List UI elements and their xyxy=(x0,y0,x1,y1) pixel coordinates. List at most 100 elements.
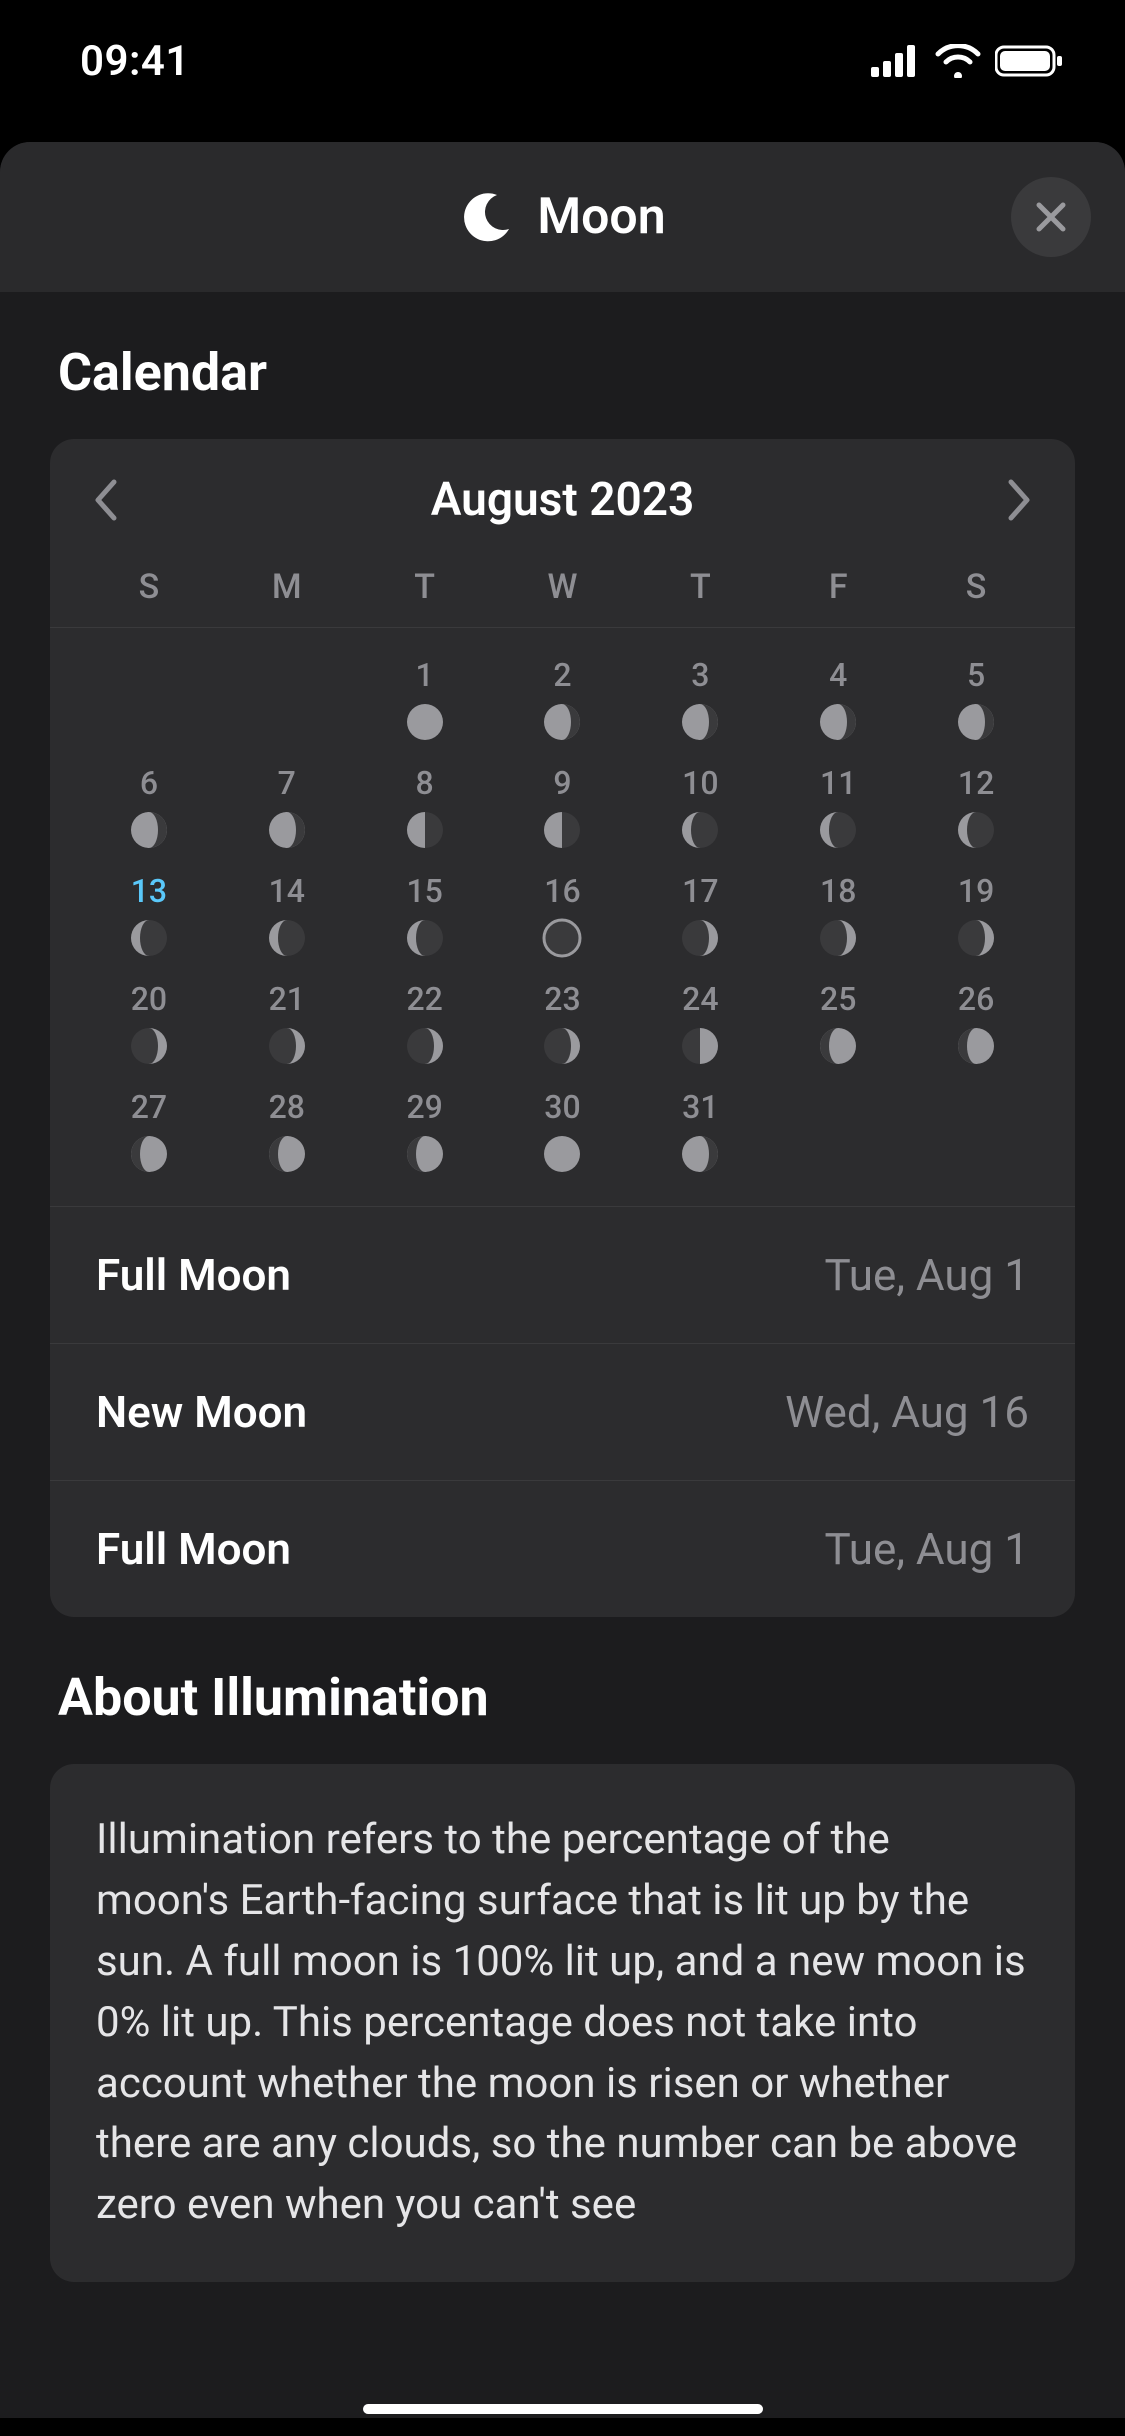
event-date: Wed, Aug 16 xyxy=(785,1386,1029,1438)
moon-phase-icon xyxy=(680,1026,720,1066)
about-text: Illumination refers to the percentage of… xyxy=(96,1810,1029,2236)
moon-event-row[interactable]: Full Moon Tue, Aug 1 xyxy=(50,1481,1075,1617)
calendar-day[interactable]: 13 xyxy=(80,858,218,966)
day-number: 2 xyxy=(553,656,571,694)
weekday-label: S xyxy=(80,567,218,607)
calendar-day[interactable]: 16 xyxy=(494,858,632,966)
moon-icon xyxy=(459,189,515,245)
close-icon xyxy=(1033,199,1069,235)
close-button[interactable] xyxy=(1011,177,1091,257)
moon-phase-icon xyxy=(267,1026,307,1066)
moon-phase-icon xyxy=(818,702,858,742)
calendar-day[interactable]: 30 xyxy=(494,1074,632,1182)
calendar-day[interactable]: 27 xyxy=(80,1074,218,1182)
event-date: Tue, Aug 1 xyxy=(825,1523,1029,1575)
calendar-day[interactable]: 5 xyxy=(907,642,1045,750)
moon-phase-icon xyxy=(405,702,445,742)
home-indicator[interactable] xyxy=(363,2404,763,2414)
day-number: 16 xyxy=(544,872,580,910)
moon-event-row[interactable]: Full MoonTue, Aug 1 xyxy=(50,1207,1075,1344)
calendar-grid: 1234567891011121314151617181920212223242… xyxy=(50,628,1075,1206)
moon-phase-icon xyxy=(542,918,582,958)
status-time: 09:41 xyxy=(80,37,190,86)
moon-phase-icon xyxy=(956,1026,996,1066)
day-number: 29 xyxy=(406,1088,442,1126)
weekday-label: T xyxy=(631,567,769,607)
sheet-title: Moon xyxy=(537,188,665,246)
calendar-card: August 2023 SMTWTFS 12345678910111213141… xyxy=(50,439,1075,1617)
calendar-day[interactable]: 29 xyxy=(356,1074,494,1182)
event-label: Full Moon xyxy=(96,1523,291,1575)
calendar-day[interactable]: 15 xyxy=(356,858,494,966)
calendar-day[interactable]: 26 xyxy=(907,966,1045,1074)
moon-phase-icon xyxy=(129,1026,169,1066)
calendar-day[interactable]: 21 xyxy=(218,966,356,1074)
calendar-day[interactable]: 24 xyxy=(631,966,769,1074)
prev-month-button[interactable] xyxy=(86,480,126,520)
day-number: 8 xyxy=(416,764,434,802)
day-number: 21 xyxy=(269,980,305,1018)
calendar-day[interactable]: 18 xyxy=(769,858,907,966)
calendar-day[interactable]: 8 xyxy=(356,750,494,858)
day-number: 17 xyxy=(682,872,718,910)
calendar-day[interactable]: 11 xyxy=(769,750,907,858)
moon-phase-icon xyxy=(542,702,582,742)
day-number: 6 xyxy=(140,764,158,802)
calendar-day[interactable]: 20 xyxy=(80,966,218,1074)
calendar-day xyxy=(80,642,218,750)
calendar-day[interactable]: 14 xyxy=(218,858,356,966)
calendar-day[interactable]: 22 xyxy=(356,966,494,1074)
moon-phase-icon xyxy=(129,810,169,850)
month-label: August 2023 xyxy=(431,473,695,527)
day-number: 11 xyxy=(820,764,856,802)
calendar-day[interactable]: 31 xyxy=(631,1074,769,1182)
moon-phase-icon xyxy=(542,1134,582,1174)
calendar-day xyxy=(907,1074,1045,1182)
calendar-day[interactable]: 12 xyxy=(907,750,1045,858)
calendar-day[interactable]: 2 xyxy=(494,642,632,750)
day-number: 3 xyxy=(691,656,709,694)
calendar-day[interactable]: 28 xyxy=(218,1074,356,1182)
day-number: 27 xyxy=(131,1088,167,1126)
next-month-button[interactable] xyxy=(999,480,1039,520)
day-number: 19 xyxy=(958,872,994,910)
moon-phase-icon xyxy=(542,810,582,850)
moon-phase-icon xyxy=(542,1026,582,1066)
day-number: 25 xyxy=(820,980,856,1018)
calendar-day[interactable]: 23 xyxy=(494,966,632,1074)
day-number: 22 xyxy=(406,980,442,1018)
calendar-day xyxy=(218,642,356,750)
moon-event-row[interactable]: New Moon Wed, Aug 16 xyxy=(50,1344,1075,1481)
moon-phase-icon xyxy=(405,918,445,958)
calendar-day[interactable]: 9 xyxy=(494,750,632,858)
moon-phase-icon xyxy=(405,1026,445,1066)
calendar-day[interactable]: 7 xyxy=(218,750,356,858)
moon-phase-icon xyxy=(956,918,996,958)
moon-phase-icon xyxy=(818,810,858,850)
calendar-day[interactable]: 19 xyxy=(907,858,1045,966)
moon-phase-icon xyxy=(680,702,720,742)
status-bar: 09:41 xyxy=(0,0,1125,132)
chevron-right-icon xyxy=(1005,478,1033,522)
calendar-day[interactable]: 4 xyxy=(769,642,907,750)
calendar-day xyxy=(769,1074,907,1182)
calendar-day[interactable]: 6 xyxy=(80,750,218,858)
wifi-icon xyxy=(935,44,981,78)
moon-sheet: Moon Calendar August 2023 SMTWTFS 123456… xyxy=(0,142,1125,2418)
weekday-row: SMTWTFS xyxy=(50,537,1075,628)
moon-phase-icon xyxy=(956,810,996,850)
calendar-day[interactable]: 17 xyxy=(631,858,769,966)
calendar-day[interactable]: 25 xyxy=(769,966,907,1074)
day-number: 30 xyxy=(544,1088,580,1126)
moon-events-list: Full Moon Tue, Aug 1 New Moon Wed, Aug 16 Fu… xyxy=(50,1206,1075,1617)
day-number: 23 xyxy=(544,980,580,1018)
moon-phase-icon xyxy=(818,918,858,958)
moon-phase-icon xyxy=(680,1134,720,1174)
event-label: Full Moon xyxy=(96,1249,291,1301)
calendar-day[interactable]: 3 xyxy=(631,642,769,750)
event-label: New Moon xyxy=(96,1386,307,1438)
day-number: 13 xyxy=(131,872,167,910)
battery-icon xyxy=(995,44,1065,78)
calendar-day[interactable]: 1 xyxy=(356,642,494,750)
calendar-day[interactable]: 10 xyxy=(631,750,769,858)
